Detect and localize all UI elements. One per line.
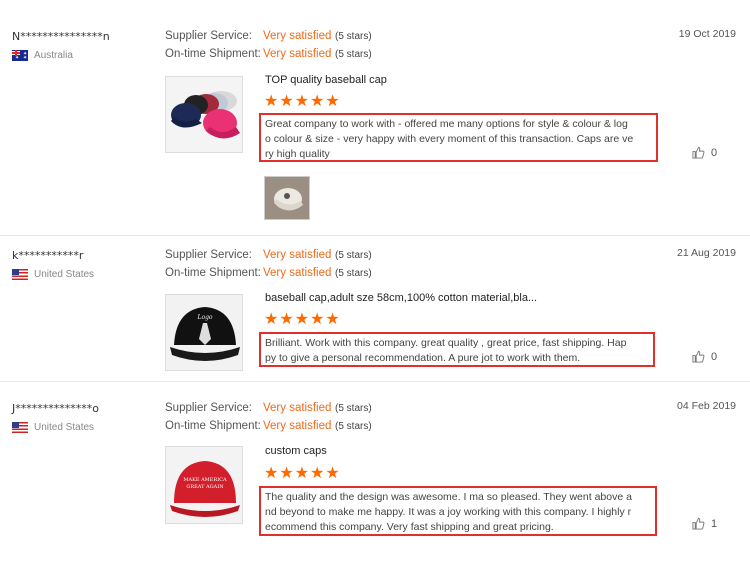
review-date: 21 Aug 2019 xyxy=(677,247,736,259)
supplier-service-stars: (5 stars) xyxy=(335,31,372,42)
united-states-flag-icon xyxy=(12,422,28,433)
shipment-stars: (5 stars) xyxy=(335,49,372,60)
shipment-stars: (5 stars) xyxy=(335,268,372,279)
buyer-name: k***********r xyxy=(12,249,84,262)
united-states-flag-icon xyxy=(12,269,28,280)
review-date: 19 Oct 2019 xyxy=(678,28,736,40)
white-cap-photo-icon xyxy=(265,177,309,219)
star-icon: ★ xyxy=(264,465,279,482)
star-icon: ★ xyxy=(264,93,279,110)
thumbs-up-icon xyxy=(692,350,705,363)
thumbs-up-icon xyxy=(692,517,705,530)
star-icon: ★ xyxy=(264,311,279,328)
helpful-button[interactable]: 0 xyxy=(692,350,717,363)
product-title[interactable]: baseball cap,adult sze 58cm,100% cotton … xyxy=(265,292,537,304)
review-date: 04 Feb 2019 xyxy=(677,400,736,412)
star-icon: ★ xyxy=(325,93,340,110)
shipment-stars: (5 stars) xyxy=(335,421,372,432)
star-icon: ★ xyxy=(279,465,294,482)
review-card: N***************n ✦ ✦ ✦ Australia Suppli… xyxy=(0,0,750,236)
shipment-label: On-time Shipment: xyxy=(165,48,261,60)
supplier-service-label: Supplier Service: xyxy=(165,30,252,42)
supplier-service-value: Very satisfied xyxy=(263,249,332,261)
review-card: k***********r United States Supplier Ser… xyxy=(0,236,750,382)
supplier-service-label: Supplier Service: xyxy=(165,249,252,261)
supplier-service-label: Supplier Service: xyxy=(165,402,252,414)
baseball-caps-image xyxy=(166,77,242,152)
helpful-count: 1 xyxy=(711,517,718,530)
supplier-service-value: Very satisfied xyxy=(263,30,332,42)
country-label: Australia xyxy=(34,50,73,61)
buyer-name: J**************o xyxy=(12,402,99,415)
helpful-button[interactable]: 0 xyxy=(692,146,717,159)
product-title[interactable]: custom caps xyxy=(265,445,327,457)
star-icon: ★ xyxy=(325,311,340,328)
black-cap-image: Logo xyxy=(166,295,242,370)
product-thumbnail[interactable]: MAKE AMERICA GREAT AGAIN xyxy=(165,446,243,524)
feedback-line: py to give a personal recommendation. A … xyxy=(265,352,581,364)
helpful-count: 0 xyxy=(711,146,718,159)
feedback-line: ry high quality xyxy=(265,148,330,160)
star-icon: ★ xyxy=(279,93,294,110)
rating-stars: ★ ★ ★ ★ ★ xyxy=(264,466,340,482)
star-icon: ★ xyxy=(294,465,310,482)
helpful-button[interactable]: 1 xyxy=(692,517,717,530)
feedback-text: Great company to work with - offered me … xyxy=(259,113,658,162)
buyer-country: United States xyxy=(12,422,94,433)
product-title[interactable]: TOP quality baseball cap xyxy=(265,74,387,86)
star-icon: ★ xyxy=(294,93,310,110)
star-icon: ★ xyxy=(310,93,325,110)
shipment-value: Very satisfied xyxy=(263,267,332,279)
feedback-line: Brilliant. Work with this company. great… xyxy=(265,337,627,349)
cap-text-line: GREAT AGAIN xyxy=(186,484,224,490)
feedback-text: The quality and the design was awesome. … xyxy=(259,486,657,536)
star-icon: ★ xyxy=(310,465,325,482)
product-thumbnail[interactable]: Logo xyxy=(165,294,243,371)
star-icon: ★ xyxy=(310,311,325,328)
shipment-value: Very satisfied xyxy=(263,48,332,60)
country-label: United States xyxy=(34,422,95,433)
buyer-country: United States xyxy=(12,269,94,280)
feedback-line: ecommend this company. Very fast shippin… xyxy=(265,521,554,533)
review-card: J**************o United States Supplier … xyxy=(0,382,750,577)
star-icon: ★ xyxy=(279,311,294,328)
country-label: United States xyxy=(34,269,95,280)
feedback-line: Great company to work with - offered me … xyxy=(265,118,628,130)
rating-stars: ★ ★ ★ ★ ★ xyxy=(264,94,340,110)
australia-flag-icon: ✦ ✦ ✦ xyxy=(12,50,28,61)
rating-stars: ★ ★ ★ ★ ★ xyxy=(264,312,340,328)
svg-text:Logo: Logo xyxy=(196,314,212,321)
star-icon: ★ xyxy=(325,465,340,482)
buyer-country: ✦ ✦ ✦ Australia xyxy=(12,50,73,61)
supplier-service-value: Very satisfied xyxy=(263,402,332,414)
feedback-text: Brilliant. Work with this company. great… xyxy=(259,332,655,367)
feedback-line: nd beyond to make me happy. It was a joy… xyxy=(265,506,632,518)
shipment-label: On-time Shipment: xyxy=(165,420,261,432)
shipment-value: Very satisfied xyxy=(263,420,332,432)
helpful-count: 0 xyxy=(711,350,718,363)
shipment-label: On-time Shipment: xyxy=(165,267,261,279)
product-thumbnail[interactable] xyxy=(165,76,243,153)
supplier-service-stars: (5 stars) xyxy=(335,403,372,414)
cap-text-line: MAKE AMERICA xyxy=(183,477,227,483)
supplier-service-stars: (5 stars) xyxy=(335,250,372,261)
review-attachment-image[interactable] xyxy=(264,176,310,220)
star-icon: ★ xyxy=(294,311,310,328)
buyer-name: N***************n xyxy=(12,30,110,43)
feedback-line: o colour & size - very happy with every … xyxy=(265,133,634,145)
red-cap-image: MAKE AMERICA GREAT AGAIN xyxy=(166,447,242,523)
feedback-line: The quality and the design was awesome. … xyxy=(265,491,632,503)
thumbs-up-icon xyxy=(692,146,705,159)
